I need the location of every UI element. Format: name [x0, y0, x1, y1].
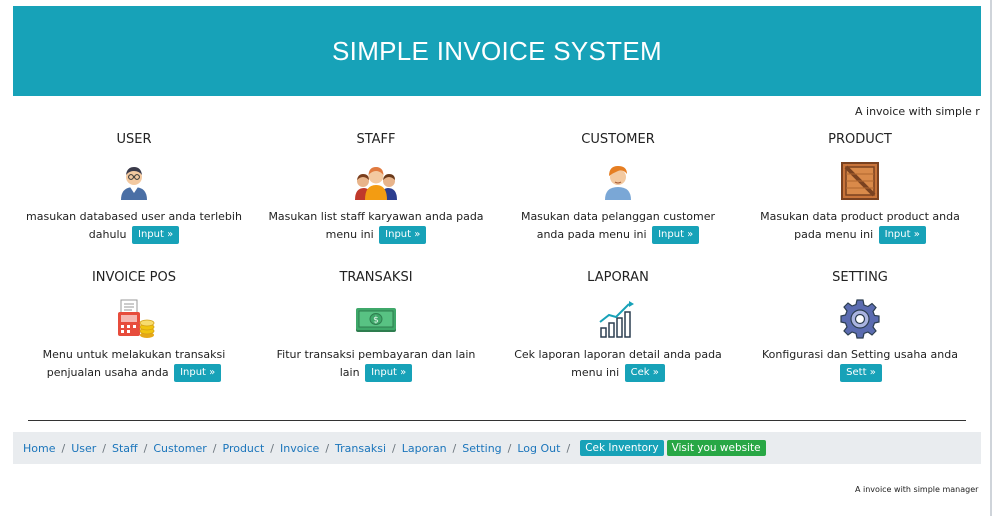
card-title: STAFF: [356, 132, 396, 147]
breadcrumb-invoice[interactable]: Invoice: [280, 442, 319, 455]
invoice-pos-input-button[interactable]: Input »: [174, 364, 222, 382]
page-header: SIMPLE INVOICE SYSTEM: [13, 6, 981, 96]
breadcrumb-transaksi[interactable]: Transaksi: [335, 442, 386, 455]
customer-input-button[interactable]: Input »: [652, 226, 700, 244]
pos-terminal-icon: [113, 298, 155, 340]
card-description: Masukan list staff karyawan anda pada me…: [255, 208, 497, 244]
breadcrumb: Home / User / Staff / Customer / Product / In…: [13, 432, 981, 464]
breadcrumb-staff[interactable]: Staff: [112, 442, 138, 455]
card-customer: CUSTOMER Masukan data pelanggan customer…: [497, 130, 739, 244]
card-laporan: LAPORAN Cek laporan laporan detail anda …: [497, 268, 739, 382]
card-title: LAPORAN: [587, 270, 649, 285]
breadcrumb-customer[interactable]: Customer: [153, 442, 206, 455]
card-description: Menu untuk melakukan transaksi penjualan…: [13, 346, 255, 382]
card-title: INVOICE POS: [91, 270, 177, 285]
card-title: TRANSAKSI: [339, 270, 413, 285]
chart-growth-icon: [597, 298, 639, 340]
breadcrumb-laporan[interactable]: Laporan: [402, 442, 447, 455]
card-setting: SETTING Konfigurasi dan Setting usaha an…: [739, 268, 981, 382]
breadcrumb-home[interactable]: Home: [23, 442, 55, 455]
user-input-button[interactable]: Input »: [132, 226, 180, 244]
card-staff: STAFF Masukan list staff karyawan anda p…: [255, 130, 497, 244]
card-title: SETTING: [832, 270, 888, 285]
breadcrumb-product[interactable]: Product: [223, 442, 265, 455]
card-description: Fitur transaksi pembayaran dan lain lain…: [255, 346, 497, 382]
laporan-cek-button[interactable]: Cek »: [624, 364, 665, 382]
card-product: PRODUCT Masukan data product product and…: [739, 130, 981, 244]
page-title: SIMPLE INVOICE SYSTEM: [332, 35, 662, 66]
card-transaksi: TRANSAKSI $ Fitur transaksi pembayaran d…: [255, 268, 497, 382]
transaksi-input-button[interactable]: Input »: [365, 364, 413, 382]
customer-icon: [597, 160, 639, 202]
footer-marquee: A invoice with simple manager: [855, 485, 979, 494]
money-icon: $: [355, 298, 397, 340]
card-title: CUSTOMER: [581, 132, 655, 147]
setting-sett-button[interactable]: Sett »: [840, 364, 882, 382]
card-description: Cek laporan laporan detail anda pada men…: [497, 346, 739, 382]
divider: [28, 420, 966, 421]
card-description: Masukan data product product anda pada m…: [739, 208, 981, 244]
top-marquee: A invoice with simple r: [13, 103, 981, 121]
crate-icon: [839, 160, 881, 202]
card-description: Konfigurasi dan Setting usaha anda Sett »: [739, 346, 981, 382]
breadcrumb-setting[interactable]: Setting: [462, 442, 501, 455]
staff-group-icon: [355, 160, 397, 202]
visit-website-badge[interactable]: Visit you website: [666, 440, 766, 456]
card-user: USER masukan databased user anda terlebi…: [13, 130, 255, 244]
staff-input-button[interactable]: Input »: [379, 226, 427, 244]
svg-text:$: $: [373, 316, 379, 326]
gear-icon: [839, 298, 881, 340]
breadcrumb-logout[interactable]: Log Out: [517, 442, 560, 455]
user-avatar-icon: [113, 160, 155, 202]
card-invoice-pos: INVOICE POS Menu untuk melakukan transak…: [13, 268, 255, 382]
card-description: Masukan data pelanggan customer anda pad…: [497, 208, 739, 244]
card-title: PRODUCT: [828, 132, 892, 147]
card-title: USER: [116, 132, 152, 147]
marquee-text: A invoice with simple r: [855, 105, 980, 118]
card-description: masukan databased user anda terlebih dah…: [13, 208, 255, 244]
breadcrumb-user[interactable]: User: [71, 442, 96, 455]
cek-inventory-badge[interactable]: Cek Inventory: [580, 440, 664, 456]
product-input-button[interactable]: Input »: [878, 226, 926, 244]
